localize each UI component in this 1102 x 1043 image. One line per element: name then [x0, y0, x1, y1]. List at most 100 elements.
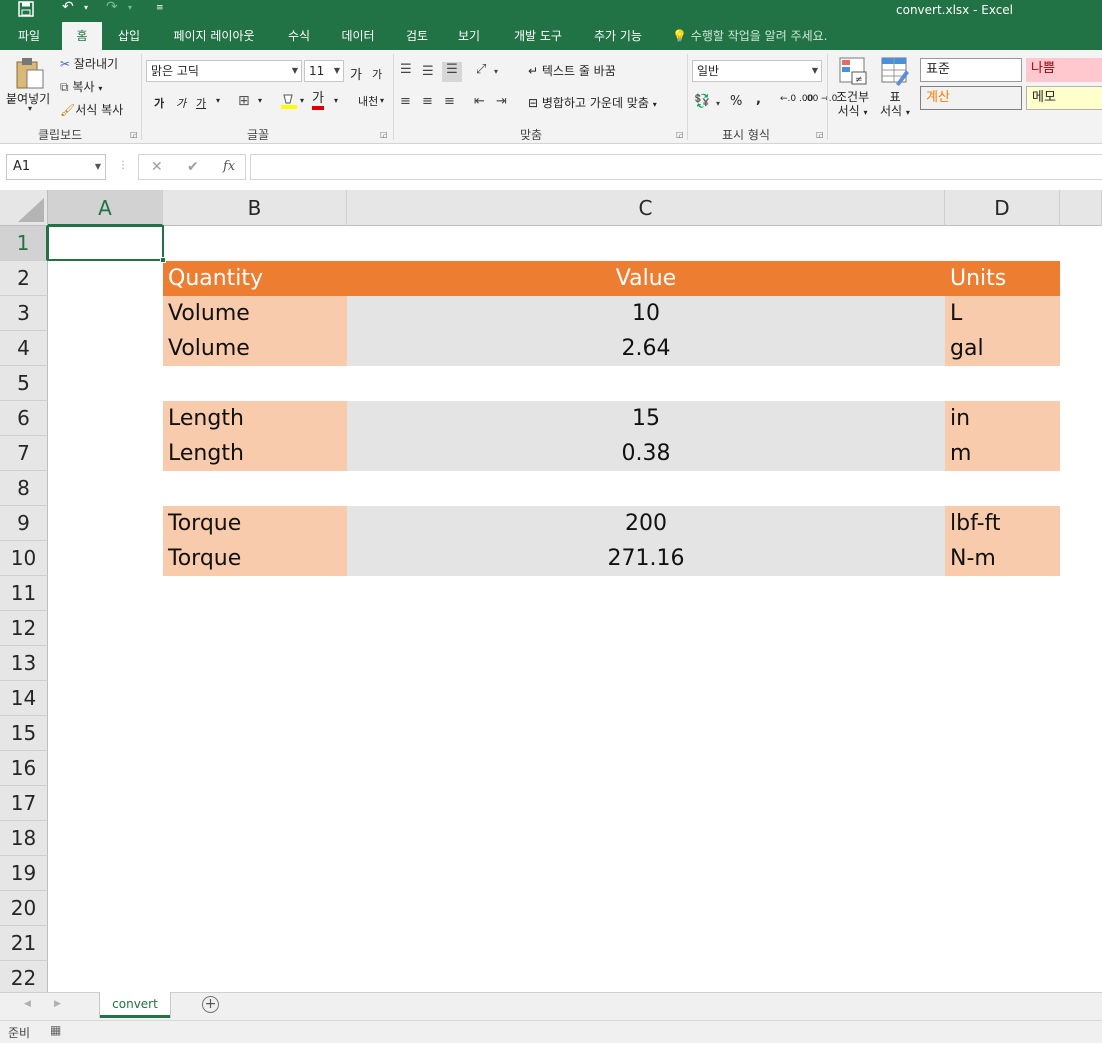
row-header[interactable]: 13 — [0, 646, 48, 681]
redo-dropdown-icon[interactable]: ▾ — [128, 3, 132, 12]
style-bad[interactable]: 나쁨 — [1026, 58, 1102, 82]
column-header-d[interactable]: D — [945, 190, 1060, 226]
style-calculation[interactable]: 계산 — [920, 86, 1022, 110]
macro-record-icon[interactable]: ▦ — [50, 1023, 61, 1037]
save-icon[interactable] — [18, 1, 34, 21]
orientation-icon[interactable]: ⤢ — [476, 62, 486, 78]
conditional-format-button[interactable]: 조건부 서식 ▾ — [836, 90, 869, 120]
fill-color-icon[interactable] — [280, 92, 298, 113]
tab-view[interactable]: 보기 — [448, 22, 490, 50]
cell-c7[interactable]: 0.38 — [347, 436, 945, 471]
increase-font-button[interactable]: 가 — [350, 64, 362, 83]
font-color-dropdown-icon[interactable]: ▾ — [334, 96, 338, 105]
tab-add-ins[interactable]: 추가 기능 — [584, 22, 652, 50]
sheet-tab-convert[interactable]: convert — [100, 992, 170, 1018]
tab-page-layout[interactable]: 페이지 레이아웃 — [162, 22, 266, 50]
row-header[interactable]: 11 — [0, 576, 48, 611]
fill-handle[interactable] — [160, 257, 166, 263]
row-header[interactable]: 19 — [0, 856, 48, 891]
redo-icon[interactable]: ↷ — [106, 0, 118, 15]
cell-d7[interactable]: m — [945, 436, 1060, 471]
scroll-left-icon[interactable]: ◀ — [24, 999, 31, 1009]
row-header[interactable]: 18 — [0, 821, 48, 856]
column-header-c[interactable]: C — [347, 190, 945, 226]
row-header[interactable]: 17 — [0, 786, 48, 821]
row-header[interactable]: 5 — [0, 366, 48, 401]
style-normal[interactable]: 표준 — [920, 58, 1022, 82]
row-header[interactable]: 2 — [0, 261, 48, 296]
cell-b6[interactable]: Length — [163, 401, 347, 436]
cell-b2-header-quantity[interactable]: Quantity — [163, 261, 347, 296]
row-header[interactable]: 9 — [0, 506, 48, 541]
customize-qat-icon[interactable]: ≡ — [156, 3, 164, 13]
comma-button[interactable]: , — [756, 92, 761, 107]
tell-me-box[interactable]: 💡 수행할 작업을 알려 주세요. — [672, 22, 827, 50]
font-color-button[interactable]: 가 — [312, 92, 324, 110]
add-sheet-icon[interactable]: + — [202, 996, 219, 1013]
cell-d10[interactable]: N-m — [945, 541, 1060, 576]
cell-d3[interactable]: L — [945, 296, 1060, 331]
tab-review[interactable]: 검토 — [396, 22, 438, 50]
column-header-e[interactable] — [1060, 190, 1102, 226]
row-header[interactable]: 21 — [0, 926, 48, 961]
row-header[interactable]: 22 — [0, 961, 48, 992]
copy-dropdown-icon[interactable]: ▾ — [98, 84, 102, 93]
scroll-right-icon[interactable]: ▶ — [54, 999, 61, 1009]
align-top-icon[interactable]: ☰ — [400, 62, 412, 78]
cell-d9[interactable]: lbf-ft — [945, 506, 1060, 541]
row-header[interactable]: 4 — [0, 331, 48, 366]
column-header-b[interactable]: B — [163, 190, 347, 226]
italic-button[interactable]: 가 — [176, 95, 186, 111]
decrease-decimal-button[interactable]: .00 →.0 — [804, 94, 837, 104]
row-header[interactable]: 14 — [0, 681, 48, 716]
column-header-a[interactable]: A — [48, 190, 163, 226]
undo-dropdown-icon[interactable]: ▾ — [84, 3, 88, 12]
cell-d4[interactable]: gal — [945, 331, 1060, 366]
borders-icon[interactable]: ⊞ — [238, 93, 250, 109]
cancel-icon[interactable]: ✕ — [151, 159, 163, 175]
number-launcher-icon[interactable]: ◲ — [816, 130, 824, 139]
name-box[interactable]: A1 ▼ — [6, 154, 106, 180]
phonetic-button[interactable]: 내천 — [358, 93, 378, 109]
row-header[interactable]: 7 — [0, 436, 48, 471]
row-header[interactable]: 20 — [0, 891, 48, 926]
format-as-table-button[interactable]: 표 서식 ▾ — [880, 90, 910, 120]
cell-c2-header-value[interactable]: Value — [347, 261, 945, 296]
merge-center-button[interactable]: ⊟ 병합하고 가운데 맞춤 ▾ — [528, 94, 657, 111]
align-bottom-icon[interactable]: ☰ — [442, 62, 462, 82]
merge-dropdown-icon[interactable]: ▾ — [653, 100, 657, 109]
fill-color-dropdown-icon[interactable]: ▾ — [300, 96, 304, 105]
cell-d2-header-units[interactable]: Units — [945, 261, 1060, 296]
align-center-icon[interactable]: ≡ — [422, 94, 433, 110]
row-header[interactable]: 6 — [0, 401, 48, 436]
percent-button[interactable]: % — [730, 94, 742, 109]
insert-function-icon[interactable]: fx — [223, 159, 235, 174]
tab-formulas[interactable]: 수식 — [278, 22, 320, 50]
paste-dropdown-icon[interactable]: ▾ — [28, 104, 32, 113]
paste-icon[interactable] — [14, 56, 46, 93]
cell-b7[interactable]: Length — [163, 436, 347, 471]
cell-c6[interactable]: 15 — [347, 401, 945, 436]
font-size-select[interactable]: 11 ▼ — [304, 60, 344, 82]
row-header[interactable]: 15 — [0, 716, 48, 751]
currency-icon[interactable]: 💱 — [694, 94, 710, 110]
row-header[interactable]: 3 — [0, 296, 48, 331]
cell-b10[interactable]: Torque — [163, 541, 347, 576]
underline-button[interactable]: 가 — [196, 95, 206, 111]
style-note[interactable]: 메모 — [1026, 86, 1102, 110]
tab-data[interactable]: 데이터 — [332, 22, 384, 50]
cell-b4[interactable]: Volume — [163, 331, 347, 366]
cell-c3[interactable]: 10 — [347, 296, 945, 331]
row-header[interactable]: 1 — [0, 226, 48, 261]
borders-dropdown-icon[interactable]: ▾ — [258, 96, 262, 105]
bold-button[interactable]: 가 — [154, 95, 164, 111]
currency-dropdown-icon[interactable]: ▾ — [716, 96, 720, 112]
decrease-font-button[interactable]: 가 — [372, 66, 382, 82]
clipboard-launcher-icon[interactable]: ◲ — [130, 130, 138, 139]
increase-indent-icon[interactable]: ⇥ — [496, 94, 507, 110]
cell-c10[interactable]: 271.16 — [347, 541, 945, 576]
tab-home[interactable]: 홈 — [62, 22, 102, 50]
tab-developer[interactable]: 개발 도구 — [504, 22, 572, 50]
underline-dropdown-icon[interactable]: ▾ — [216, 96, 220, 105]
align-left-icon[interactable]: ≡ — [400, 94, 411, 110]
